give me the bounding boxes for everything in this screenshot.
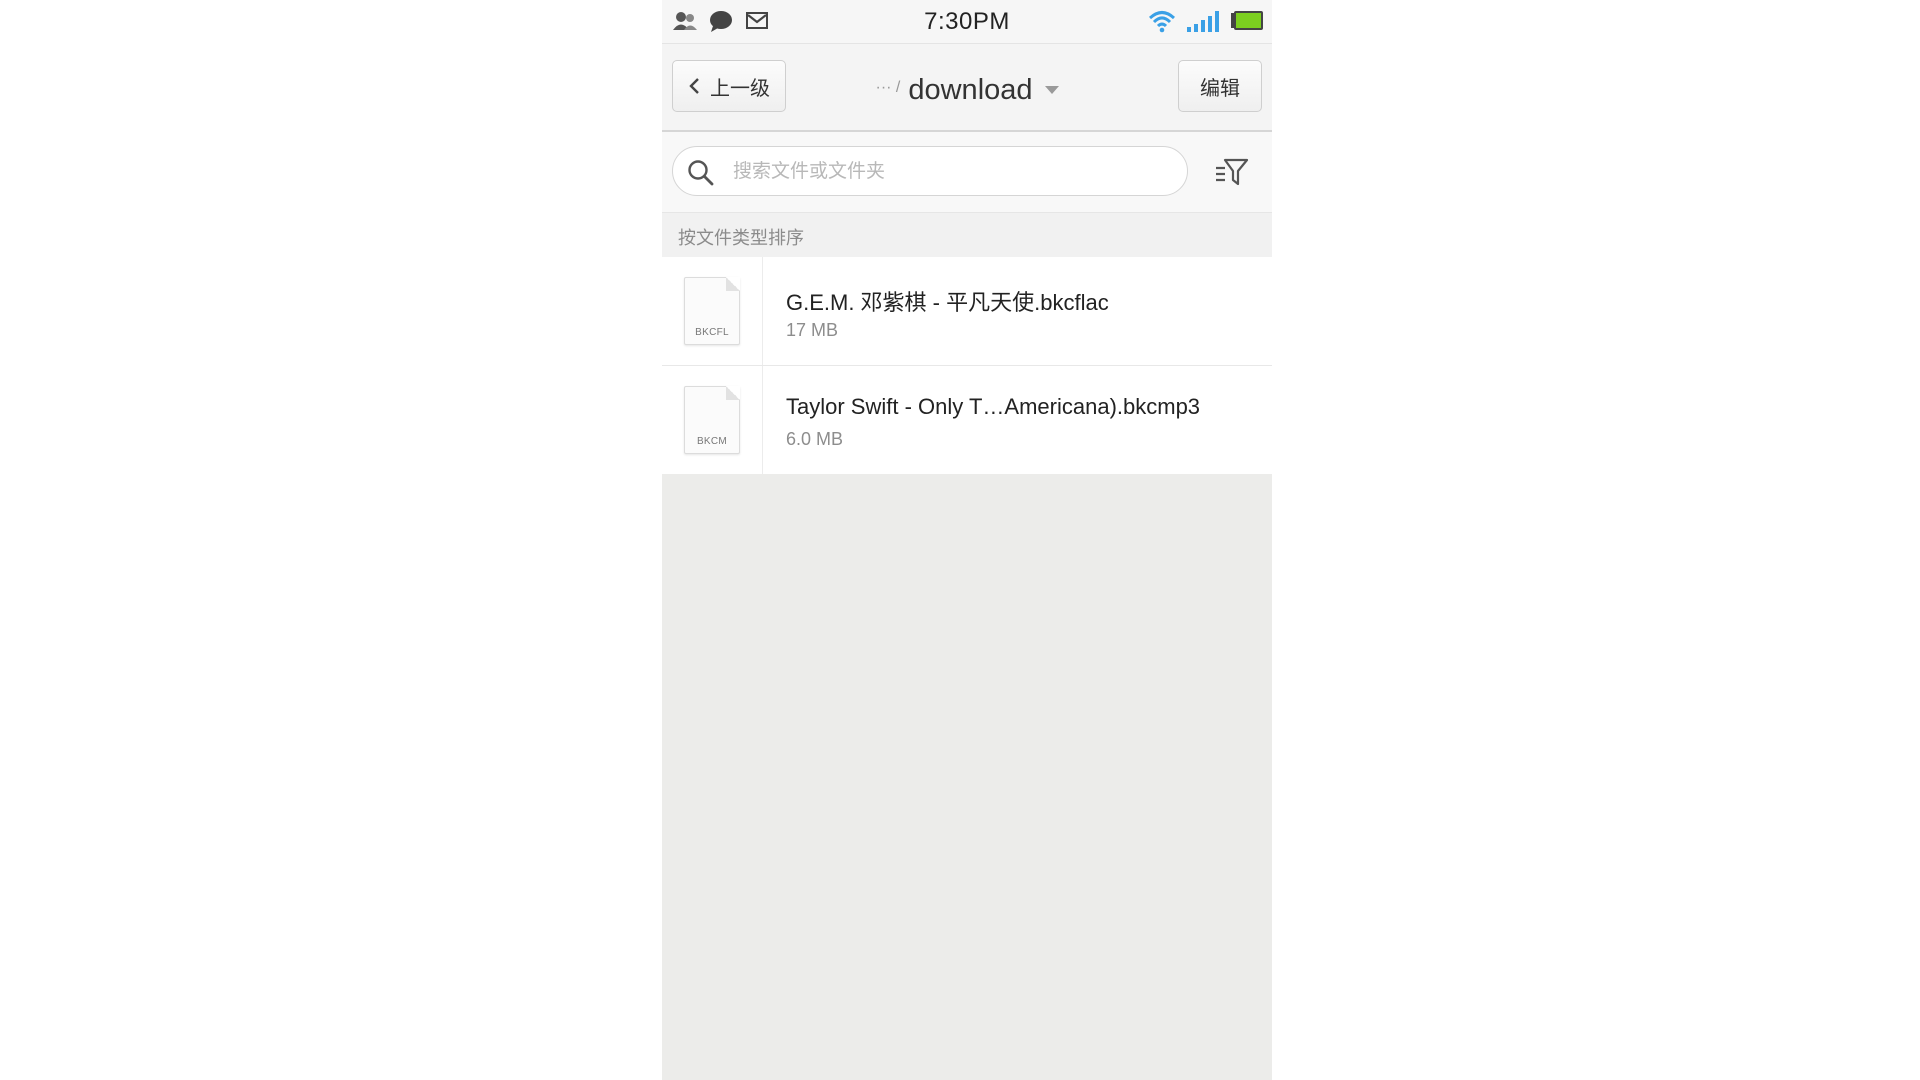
action-bar: 上一级 ··· / download 编辑	[662, 44, 1272, 132]
chevron-left-icon	[688, 77, 700, 95]
status-bar: 7:30PM	[662, 0, 1272, 44]
file-name: Taylor Swift - Only T…Americana).bkcmp3	[786, 394, 1201, 419]
search-icon	[687, 159, 715, 192]
breadcrumb[interactable]: ··· /	[875, 79, 900, 97]
wifi-icon	[1148, 9, 1176, 38]
file-ext-label: BKCM	[696, 436, 728, 447]
file-icon: BKCFL	[684, 277, 740, 345]
file-icon-cell: BKCM	[662, 366, 763, 474]
search-box[interactable]	[672, 146, 1188, 197]
search-row	[662, 132, 1272, 212]
back-button-label: 上一级	[710, 77, 770, 100]
list-item[interactable]: BKCM Taylor Swift - Only T…Americana).bk…	[662, 366, 1272, 475]
caret-down-icon	[1044, 86, 1059, 94]
file-icon-cell: BKCFL	[662, 257, 763, 365]
sort-filter-icon[interactable]	[1214, 156, 1250, 188]
empty-list-area	[662, 474, 1272, 1080]
file-ext-label: BKCFL	[695, 327, 729, 338]
file-icon: BKCM	[684, 386, 740, 454]
system-icons	[1148, 9, 1264, 38]
folder-title: download	[908, 73, 1033, 106]
file-manager-screen: 7:30PM 上一级 ··· / download 编辑 搜索文件或文件夹 按文…	[662, 0, 1272, 1080]
file-size: 6.0 MB	[786, 429, 844, 449]
edit-button[interactable]: 编辑	[1178, 60, 1262, 112]
sort-header: 按文件类型排序	[662, 212, 1272, 258]
edit-button-label: 编辑	[1200, 77, 1240, 100]
folder-title-dropdown[interactable]: ··· / download	[812, 70, 1122, 110]
file-list: BKCFL G.E.M. 邓紫棋 - 平凡天使.bkcflac 17 MB BK…	[662, 257, 1272, 475]
back-button[interactable]: 上一级	[672, 60, 786, 112]
file-size: 17 MB	[786, 320, 839, 340]
list-item[interactable]: BKCFL G.E.M. 邓紫棋 - 平凡天使.bkcflac 17 MB	[662, 257, 1272, 366]
page-fold	[726, 386, 740, 400]
sort-label: 按文件类型排序	[678, 228, 804, 248]
search-input[interactable]	[731, 147, 1175, 197]
battery-icon	[1230, 9, 1264, 38]
signal-icon	[1186, 9, 1220, 38]
page-fold	[726, 277, 740, 291]
file-name: G.E.M. 邓紫棋 - 平凡天使.bkcflac	[786, 290, 1109, 315]
